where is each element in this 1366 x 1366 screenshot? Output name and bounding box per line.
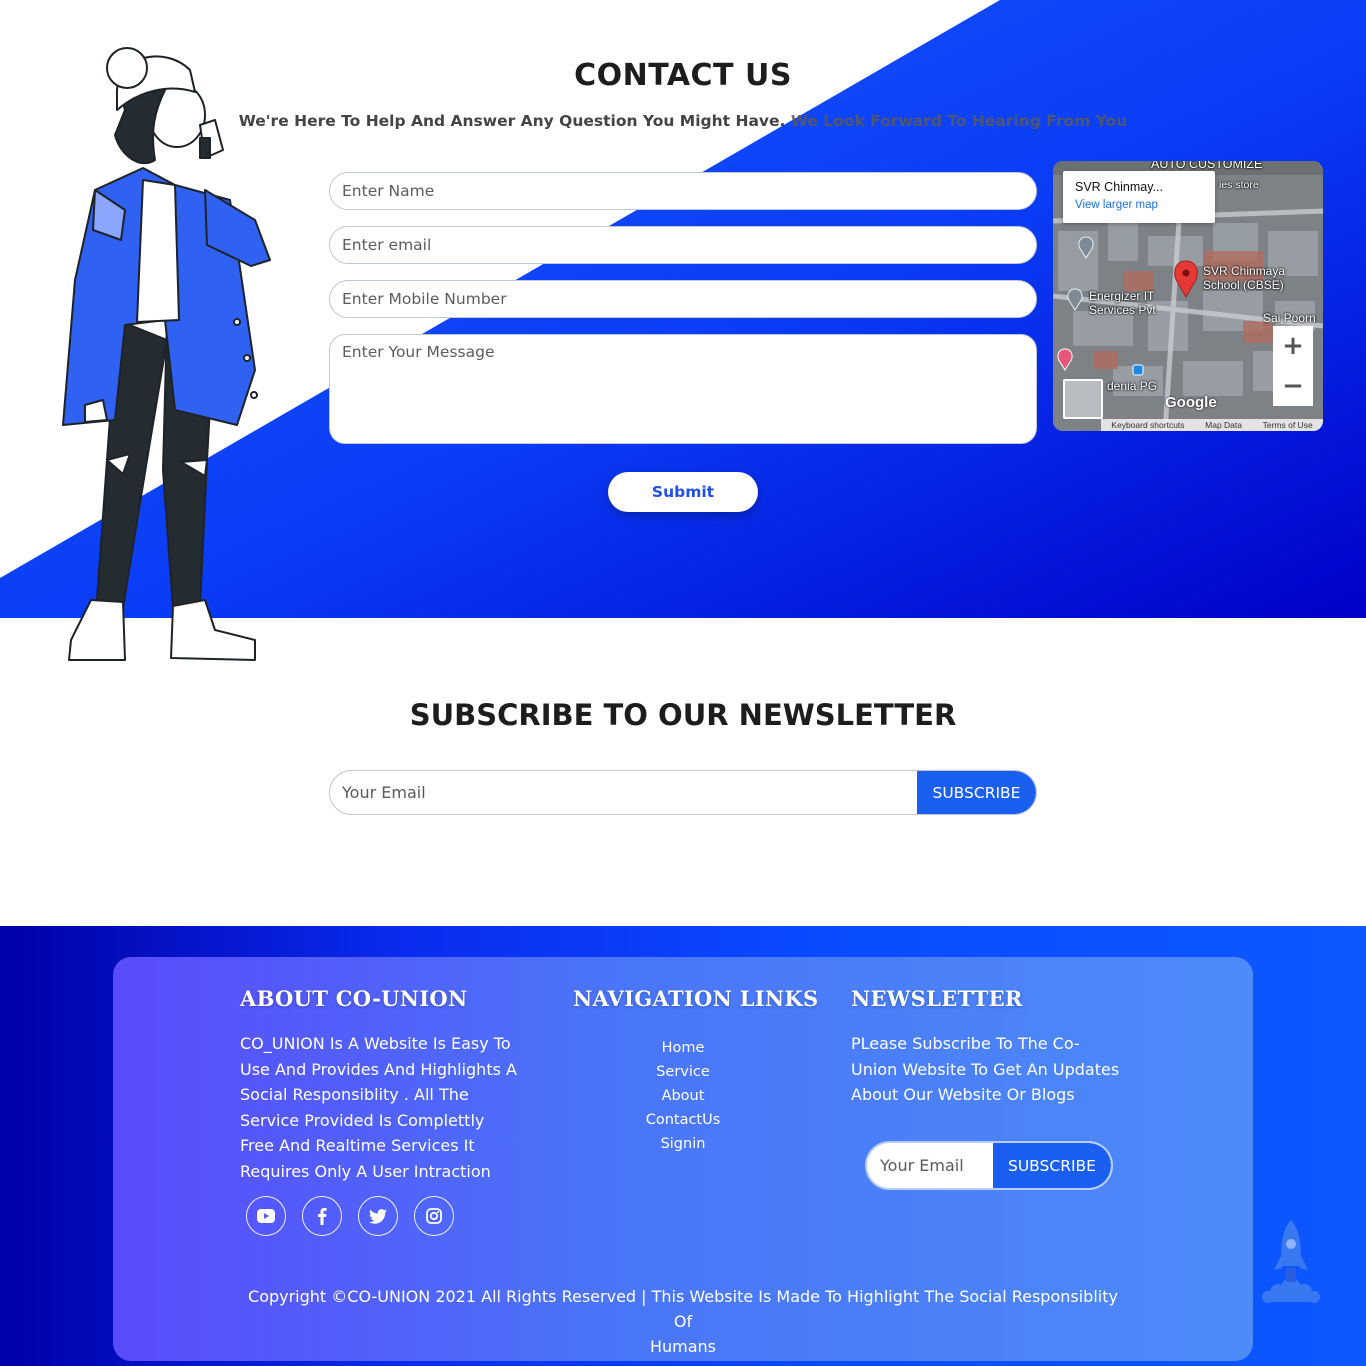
copyright-line: Humans (649, 1337, 717, 1356)
newsletter-text: PLease Subscribe To The Co- Union Websit… (851, 1031, 1151, 1108)
scroll-to-top-rocket-icon[interactable] (1258, 1218, 1324, 1308)
map-label-school-2: School (CBSE) (1203, 278, 1284, 292)
nav-link-contactus[interactable]: ContactUs (570, 1108, 796, 1132)
nav-link-signin[interactable]: Signin (570, 1132, 796, 1156)
view-larger-map-link[interactable]: View larger map (1075, 199, 1203, 211)
email-input[interactable]: Enter email (329, 226, 1037, 264)
message-placeholder: Enter Your Message (342, 343, 495, 361)
map-label-top: AUTO CUSTOMIZE (1151, 161, 1263, 171)
mobile-placeholder: Enter Mobile Number (342, 290, 507, 308)
twitter-link[interactable] (358, 1196, 398, 1236)
map-label-store: ies store (1219, 179, 1259, 191)
map-label-sai: Sai Poorn (1263, 311, 1316, 325)
map-label-school-1: SVR Chinmaya (1203, 264, 1286, 278)
map-place-card: SVR Chinmay... View larger map (1063, 171, 1215, 223)
name-placeholder: Enter Name (342, 182, 435, 200)
newsletter-line: About Our Website Or Blogs (851, 1085, 1075, 1104)
about-line: Use And Provides And Highlights A (240, 1059, 517, 1079)
submit-button[interactable]: Submit (608, 472, 758, 512)
newsletter-heading: NEWSLETTER (851, 986, 1023, 1011)
terms-link[interactable]: Terms of Use (1263, 420, 1313, 430)
copyright-line: Copyright ©CO-UNION 2021 All Rights Rese… (248, 1287, 1118, 1331)
facebook-icon (318, 1207, 327, 1225)
message-textarea[interactable]: Enter Your Message (329, 334, 1037, 444)
newsletter-email-input[interactable]: Your Email (342, 771, 426, 814)
about-text: CO_UNION Is A Website Is Easy To Use And… (240, 1031, 540, 1184)
facebook-link[interactable] (302, 1196, 342, 1236)
newsletter-subscribe-button[interactable]: SUBSCRIBE (917, 771, 1036, 814)
contact-subtitle-part2: We Look Forward To Hearing From You (785, 112, 1128, 130)
about-line: Social Responsiblity . All The (240, 1085, 469, 1104)
instagram-icon (426, 1208, 442, 1224)
embedded-map[interactable]: AUTO CUSTOMIZE ies store SVR Chinmaya Sc… (1053, 161, 1323, 431)
newsletter-line: Union Website To Get An Updates (851, 1059, 1120, 1079)
newsletter-form: Your Email SUBSCRIBE (329, 770, 1037, 815)
about-line: Free And Realtime Services It (240, 1136, 475, 1155)
footer-newsletter-form: Your Email SUBSCRIBE (867, 1143, 1111, 1188)
youtube-icon (257, 1209, 275, 1223)
newsletter-title: SUBSCRIBE TO OUR NEWSLETTER (409, 698, 957, 732)
about-heading: ABOUT CO-UNION (240, 986, 468, 1011)
instagram-link[interactable] (414, 1196, 454, 1236)
about-line: Service Provided Is Complettly (240, 1110, 485, 1130)
keyboard-shortcuts-link[interactable]: Keyboard shortcuts (1111, 420, 1184, 430)
map-label-energizer-2: Services Pvt (1089, 303, 1156, 317)
map-label-energizer-1: Energizer IT (1089, 289, 1155, 303)
name-input[interactable]: Enter Name (329, 172, 1037, 210)
navigation-heading: NAVIGATION LINKS (573, 986, 819, 1011)
navigation-links: Home Service About ContactUs Signin (570, 1036, 796, 1156)
footer-subscribe-button[interactable]: SUBSCRIBE (993, 1143, 1111, 1188)
about-line: Requires Only A User Intraction (240, 1161, 491, 1181)
nav-link-home[interactable]: Home (570, 1036, 796, 1060)
youtube-link[interactable] (246, 1196, 286, 1236)
map-place-title: SVR Chinmay... (1075, 180, 1163, 194)
zoom-out-button[interactable]: − (1273, 366, 1313, 406)
girl-on-phone-illustration (62, 47, 271, 661)
zoom-in-button[interactable]: + (1273, 326, 1313, 366)
email-placeholder: Enter email (342, 236, 432, 254)
nav-link-about[interactable]: About (570, 1084, 796, 1108)
map-layer-thumbnail[interactable] (1063, 379, 1103, 419)
mobile-input[interactable]: Enter Mobile Number (329, 280, 1037, 318)
map-label-pg: denia PG (1107, 379, 1158, 393)
google-logo: Google (1165, 394, 1217, 411)
nav-link-service[interactable]: Service (570, 1060, 796, 1084)
contact-subtitle-part1: We're Here To Help And Answer Any Questi… (238, 112, 786, 130)
map-footer: Keyboard shortcuts Map Data Terms of Use (1101, 419, 1323, 431)
copyright-text: Copyright ©CO-UNION 2021 All Rights Rese… (240, 1284, 1126, 1359)
map-data-link[interactable]: Map Data (1205, 420, 1242, 430)
twitter-icon (369, 1208, 387, 1224)
footer-email-input[interactable]: Your Email (880, 1143, 964, 1188)
about-line: CO_UNION Is A Website Is Easy To (240, 1034, 511, 1053)
newsletter-line: PLease Subscribe To The Co- (851, 1034, 1080, 1053)
